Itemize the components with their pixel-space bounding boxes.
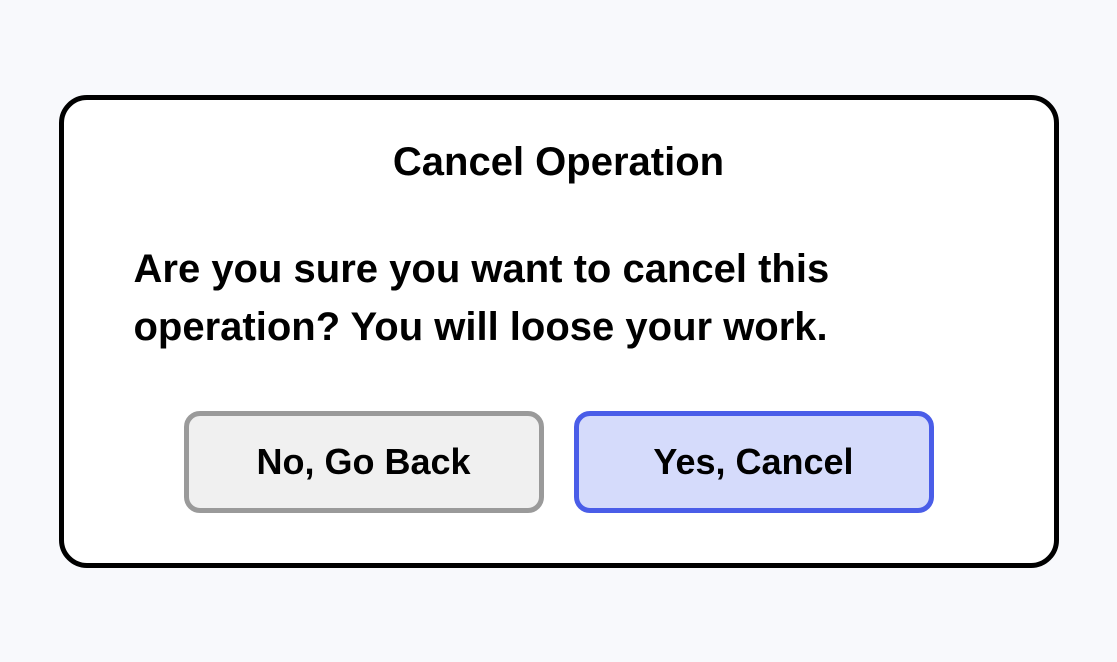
cancel-operation-dialog: Cancel Operation Are you sure you want t…	[59, 95, 1059, 568]
dialog-title: Cancel Operation	[114, 140, 1004, 185]
dialog-message: Are you sure you want to cancel this ope…	[114, 240, 1004, 356]
go-back-button[interactable]: No, Go Back	[184, 411, 544, 513]
confirm-cancel-button[interactable]: Yes, Cancel	[574, 411, 934, 513]
dialog-actions: No, Go Back Yes, Cancel	[114, 411, 1004, 513]
